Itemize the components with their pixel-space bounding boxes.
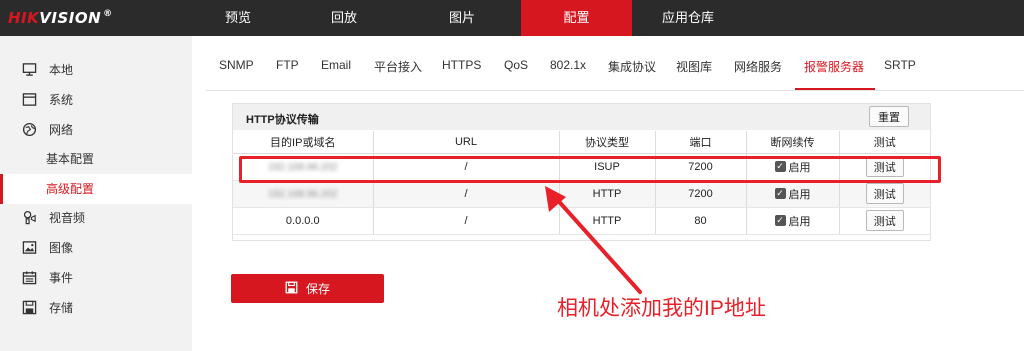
sidebar-item-local[interactable]: 本地 bbox=[0, 54, 192, 84]
tab-alarm-server[interactable]: 报警服务器 bbox=[804, 58, 864, 75]
tab-qos[interactable]: QoS bbox=[504, 58, 528, 72]
save-label: 保存 bbox=[305, 282, 330, 296]
cell-test: 测试 bbox=[839, 180, 930, 208]
image-icon bbox=[21, 239, 37, 255]
tabs-divider bbox=[206, 90, 1024, 91]
save-button[interactable]: 保存 bbox=[231, 274, 384, 303]
header-test: 测试 bbox=[839, 131, 930, 154]
sidebar-label-storage: 存储 bbox=[49, 300, 74, 315]
topnav-app-store[interactable]: 应用仓库 bbox=[632, 0, 744, 36]
test-button[interactable]: 测试 bbox=[865, 183, 904, 204]
sidebar-item-system[interactable]: 系统 bbox=[0, 84, 192, 114]
tab-8021x[interactable]: 802.1x bbox=[550, 58, 586, 72]
cell-url[interactable]: / bbox=[373, 207, 560, 235]
test-button[interactable]: 测试 bbox=[865, 210, 904, 231]
resume-label: 启用 bbox=[788, 188, 811, 201]
cell-resume: ✓ 启用 bbox=[746, 207, 840, 235]
sidebar-label-network: 网络 bbox=[49, 122, 74, 137]
header-url: URL bbox=[373, 131, 560, 154]
tab-platform-access[interactable]: 平台接入 bbox=[374, 58, 422, 75]
blurred-ip-text: 192.168.96.202 bbox=[267, 188, 338, 200]
advanced-config-tabs: SNMP FTP Email 平台接入 HTTPS QoS 802.1x 集成协… bbox=[192, 36, 1024, 91]
sidebar-item-network[interactable]: 网络 bbox=[0, 114, 192, 144]
sidebar-label-event: 事件 bbox=[49, 270, 74, 285]
calendar-icon bbox=[21, 269, 37, 285]
sidebar-label-local: 本地 bbox=[49, 62, 74, 77]
sidebar-item-image[interactable]: 图像 bbox=[0, 232, 192, 262]
logo-hik-text: HIK bbox=[8, 9, 40, 27]
sidebar-label-image: 图像 bbox=[49, 240, 74, 255]
camera-mic-icon bbox=[21, 209, 37, 225]
tab-network-service[interactable]: 网络服务 bbox=[734, 58, 782, 75]
floppy-disk-icon bbox=[21, 299, 37, 315]
cell-url[interactable]: / bbox=[373, 180, 560, 208]
header-resume: 断网续传 bbox=[746, 131, 840, 154]
tab-view-library[interactable]: 视图库 bbox=[676, 58, 712, 75]
sidebar-label-video-audio: 视音频 bbox=[49, 210, 86, 225]
checkbox-resume[interactable]: ✓ bbox=[774, 215, 786, 226]
sidebar-subitem-basic-config[interactable]: 基本配置 bbox=[0, 144, 192, 174]
tab-ftp[interactable]: FTP bbox=[276, 58, 299, 72]
cell-test: 测试 bbox=[839, 207, 930, 235]
tab-snmp[interactable]: SNMP bbox=[219, 58, 254, 72]
cell-protocol[interactable]: HTTP bbox=[559, 180, 656, 208]
table-header-row: 目的IP或域名 URL 协议类型 端口 断网续传 测试 bbox=[233, 131, 930, 154]
topnav-preview[interactable]: 预览 bbox=[191, 0, 285, 36]
reset-button[interactable]: 重置 bbox=[869, 106, 909, 127]
top-navigation-bar: HIK VISION ® 预览 回放 图片 配置 应用仓库 bbox=[0, 0, 1024, 36]
sidebar-subitem-advanced-config[interactable]: 高级配置 bbox=[0, 174, 192, 204]
tab-srtp[interactable]: SRTP bbox=[884, 58, 916, 72]
cell-port[interactable]: 7200 bbox=[655, 180, 747, 208]
sidebar-item-video-audio[interactable]: 视音频 bbox=[0, 202, 192, 232]
save-icon bbox=[285, 281, 298, 297]
header-dest-ip: 目的IP或域名 bbox=[233, 131, 374, 154]
table-row[interactable]: 0.0.0.0 / HTTP 80 ✓ 启用 测试 bbox=[233, 207, 930, 235]
topnav-config[interactable]: 配置 bbox=[521, 0, 632, 36]
header-port: 端口 bbox=[655, 131, 747, 154]
annotation-highlight-box bbox=[239, 156, 941, 183]
sidebar-label-system: 系统 bbox=[49, 92, 74, 107]
sidebar-item-event[interactable]: 事件 bbox=[0, 262, 192, 292]
globe-icon bbox=[21, 121, 37, 137]
checkbox-resume[interactable]: ✓ bbox=[774, 188, 786, 199]
hikvision-logo: HIK VISION ® bbox=[8, 7, 113, 29]
panel-header: HTTP协议传输 重置 bbox=[233, 104, 930, 130]
cell-resume: ✓ 启用 bbox=[746, 180, 840, 208]
monitor-icon bbox=[21, 61, 37, 77]
cell-dest-ip[interactable]: 192.168.96.202 bbox=[233, 180, 374, 208]
table-row[interactable]: 192.168.96.202 / HTTP 7200 ✓ 启用 测试 bbox=[233, 180, 930, 208]
cell-dest-ip[interactable]: 0.0.0.0 bbox=[233, 207, 374, 235]
topnav-picture[interactable]: 图片 bbox=[403, 0, 521, 36]
annotation-text: 相机处添加我的IP地址 bbox=[557, 297, 766, 320]
sidebar: 本地 系统 网络 基本配置 高级配置 视音频 图像 事件 存储 bbox=[0, 36, 192, 351]
tab-email[interactable]: Email bbox=[321, 58, 351, 72]
tab-https[interactable]: HTTPS bbox=[442, 58, 481, 72]
header-protocol: 协议类型 bbox=[559, 131, 656, 154]
cell-protocol[interactable]: HTTP bbox=[559, 207, 656, 235]
topnav-playback[interactable]: 回放 bbox=[285, 0, 403, 36]
cell-port[interactable]: 80 bbox=[655, 207, 747, 235]
resume-label: 启用 bbox=[788, 215, 811, 228]
logo-registered-mark: ® bbox=[103, 9, 113, 19]
logo-vision-text: VISION bbox=[39, 9, 102, 27]
panel-title: HTTP协议传输 bbox=[246, 114, 319, 126]
tab-integration-protocol[interactable]: 集成协议 bbox=[608, 58, 656, 75]
system-window-icon bbox=[21, 91, 37, 107]
sidebar-item-storage[interactable]: 存储 bbox=[0, 292, 192, 322]
